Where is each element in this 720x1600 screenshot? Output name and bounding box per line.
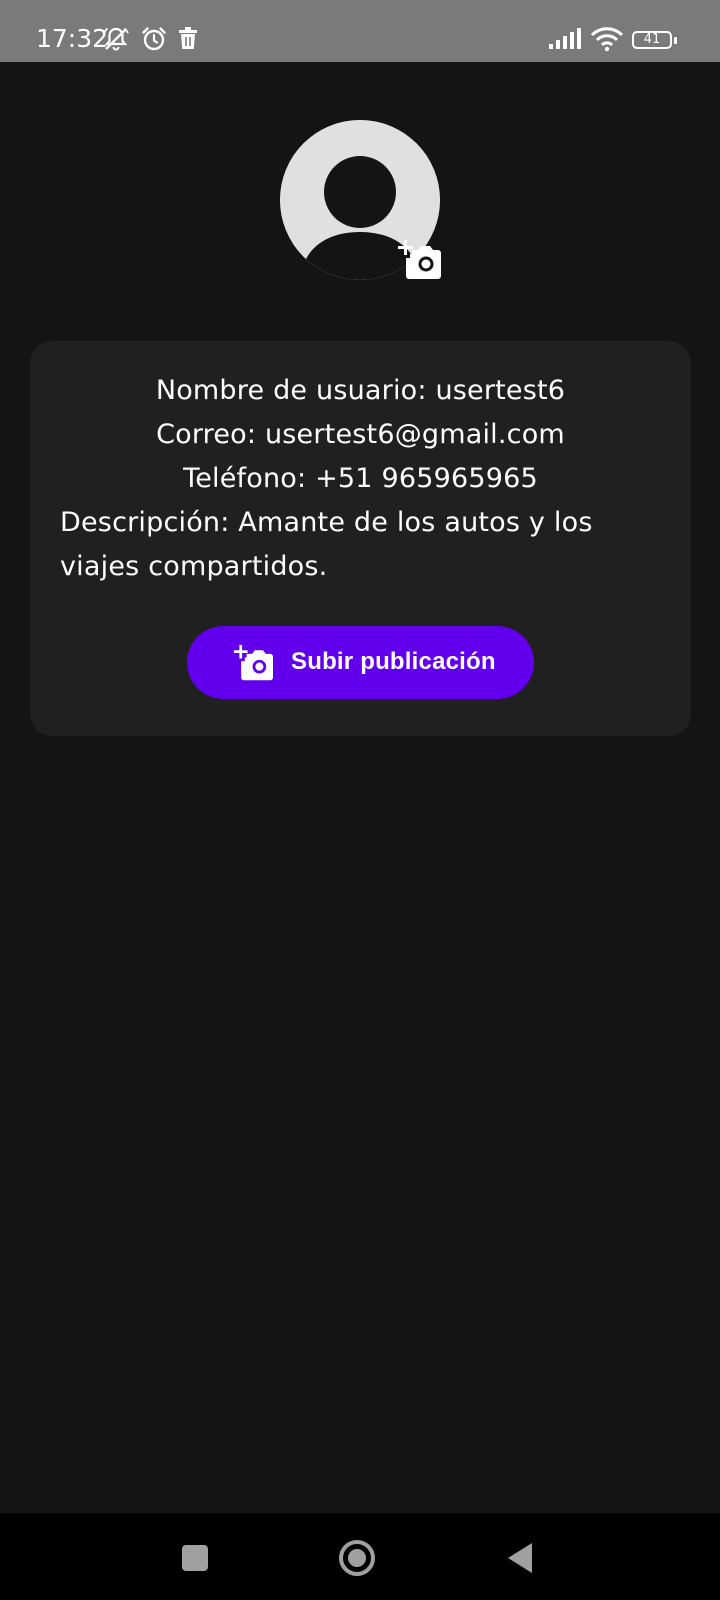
alarm-icon	[140, 25, 168, 53]
status-bar: 17:32 41	[0, 0, 720, 62]
system-nav-bar	[0, 1513, 720, 1600]
status-time: 17:32	[36, 24, 109, 53]
add-photo-icon	[231, 643, 275, 683]
upload-post-label: Subir publicación	[291, 648, 496, 675]
battery-icon: 41	[632, 31, 677, 49]
battery-level: 41	[643, 32, 661, 47]
back-icon[interactable]	[496, 1533, 546, 1583]
signal-icon	[548, 25, 582, 53]
profile-info-card: Nombre de usuario: usertest6 Correo: use…	[30, 341, 691, 736]
profile-screen: 17:32 41 Nombre de usuario: usertest6 Co…	[0, 0, 720, 1600]
home-icon[interactable]	[332, 1533, 382, 1583]
email-text: Correo: usertest6@gmail.com	[156, 419, 565, 450]
trash-icon	[176, 25, 200, 53]
description-text-line-1: Descripción: Amante de los autos y los	[60, 507, 593, 538]
wifi-icon	[590, 25, 624, 53]
phone-text: Teléfono: +51 965965965	[183, 463, 538, 494]
recent-apps-icon[interactable]	[170, 1533, 220, 1583]
add-photo-icon[interactable]	[396, 238, 442, 282]
upload-post-button[interactable]: Subir publicación	[187, 626, 534, 699]
username-text: Nombre de usuario: usertest6	[155, 375, 566, 406]
bell-off-icon	[102, 25, 130, 53]
description-text-line-2: viajes compartidos.	[60, 551, 328, 582]
